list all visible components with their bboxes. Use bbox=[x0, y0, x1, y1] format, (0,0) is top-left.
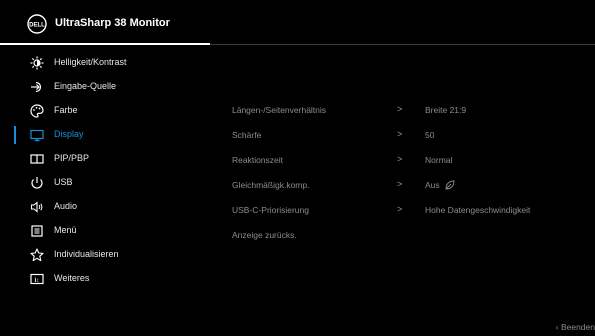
others-icon: i↕ bbox=[30, 272, 44, 286]
menu-icon bbox=[30, 224, 44, 238]
pip-pbp-icon bbox=[30, 152, 44, 166]
star-icon bbox=[30, 248, 44, 262]
setting-sharpness[interactable]: Schärfe > 50 bbox=[232, 125, 595, 147]
exit-label: Beenden bbox=[560, 322, 595, 332]
setting-response-time[interactable]: Reaktionszeit > Normal bbox=[232, 150, 595, 172]
setting-value: 50 bbox=[425, 130, 435, 140]
monitor-title: UltraSharp 38 Monitor bbox=[55, 17, 170, 29]
chevron-right-icon: > bbox=[397, 204, 403, 214]
dell-logo-text: DELL bbox=[29, 23, 45, 29]
menu-item-pip-pbp[interactable]: PIP/PBP bbox=[0, 148, 210, 172]
exit-button[interactable]: ‹ Beenden bbox=[556, 322, 595, 332]
menu-item-label: Eingabe-Quelle bbox=[54, 81, 117, 91]
menu-item-label: Weiteres bbox=[54, 273, 90, 283]
menu-item-usb[interactable]: USB bbox=[0, 172, 210, 196]
setting-aspect-ratio[interactable]: Längen-/Seitenverhältnis > Breite 21:9 bbox=[232, 100, 595, 122]
menu-item-brightness-contrast[interactable]: Helligkeit/Kontrast bbox=[0, 52, 210, 76]
usb-icon bbox=[30, 176, 44, 190]
menu-item-input-source[interactable]: Eingabe-Quelle bbox=[0, 76, 210, 100]
chevron-right-icon: > bbox=[397, 154, 403, 164]
leaf-icon bbox=[445, 180, 455, 190]
setting-label: Längen-/Seitenverhältnis bbox=[232, 105, 327, 115]
active-indicator bbox=[14, 126, 16, 144]
display-icon bbox=[30, 128, 44, 142]
header-underline bbox=[0, 43, 210, 45]
menu-item-label: PIP/PBP bbox=[54, 153, 90, 163]
menu-item-display[interactable]: Display bbox=[0, 124, 210, 148]
menu-item-personalize[interactable]: Individualisieren bbox=[0, 244, 210, 268]
menu-item-label: Farbe bbox=[54, 105, 78, 115]
menu-item-audio[interactable]: Audio bbox=[0, 196, 210, 220]
menu-item-others[interactable]: i↕ Weiteres bbox=[0, 268, 210, 292]
setting-value: Aus bbox=[425, 180, 440, 190]
input-source-icon bbox=[30, 80, 44, 94]
chevron-right-icon: > bbox=[397, 179, 403, 189]
setting-reset-display[interactable]: Anzeige zurücks. bbox=[232, 225, 595, 247]
menu-item-label: Display bbox=[54, 129, 84, 139]
chevron-left-icon: ‹ bbox=[555, 322, 559, 332]
svg-text:i↕: i↕ bbox=[34, 277, 39, 284]
brightness-icon bbox=[30, 56, 44, 70]
chevron-right-icon: > bbox=[397, 129, 403, 139]
menu-item-label: Audio bbox=[54, 201, 78, 211]
setting-uniformity-compensation[interactable]: Gleichmäßigk.komp. > Aus bbox=[232, 175, 595, 197]
menu-item-label: USB bbox=[54, 177, 73, 187]
setting-value: Normal bbox=[425, 155, 453, 165]
menu-item-label: Helligkeit/Kontrast bbox=[54, 57, 127, 67]
color-icon bbox=[30, 104, 44, 118]
osd-header: DELL UltraSharp 38 Monitor bbox=[0, 0, 595, 46]
menu-item-label: Menü bbox=[54, 225, 77, 235]
menu-item-label: Individualisieren bbox=[54, 249, 119, 259]
setting-label: Reaktionszeit bbox=[232, 155, 284, 165]
setting-value-wrapper: Aus bbox=[425, 180, 455, 190]
dell-logo: DELL bbox=[27, 14, 47, 34]
chevron-right-icon: > bbox=[397, 104, 403, 114]
setting-label: Schärfe bbox=[232, 130, 262, 140]
menu-item-menu[interactable]: Menü bbox=[0, 220, 210, 244]
audio-icon bbox=[30, 200, 44, 214]
setting-label: Anzeige zurücks. bbox=[232, 230, 297, 240]
setting-label: Gleichmäßigk.komp. bbox=[232, 180, 310, 190]
setting-label: USB-C-Priorisierung bbox=[232, 205, 309, 215]
setting-usb-c-prioritization[interactable]: USB-C-Priorisierung > Hohe Datengeschwin… bbox=[232, 200, 595, 222]
setting-value: Breite 21:9 bbox=[425, 105, 467, 115]
header-divider bbox=[210, 43, 595, 45]
menu-item-color[interactable]: Farbe bbox=[0, 100, 210, 124]
setting-value: Hohe Datengeschwindigkeit bbox=[425, 205, 531, 215]
